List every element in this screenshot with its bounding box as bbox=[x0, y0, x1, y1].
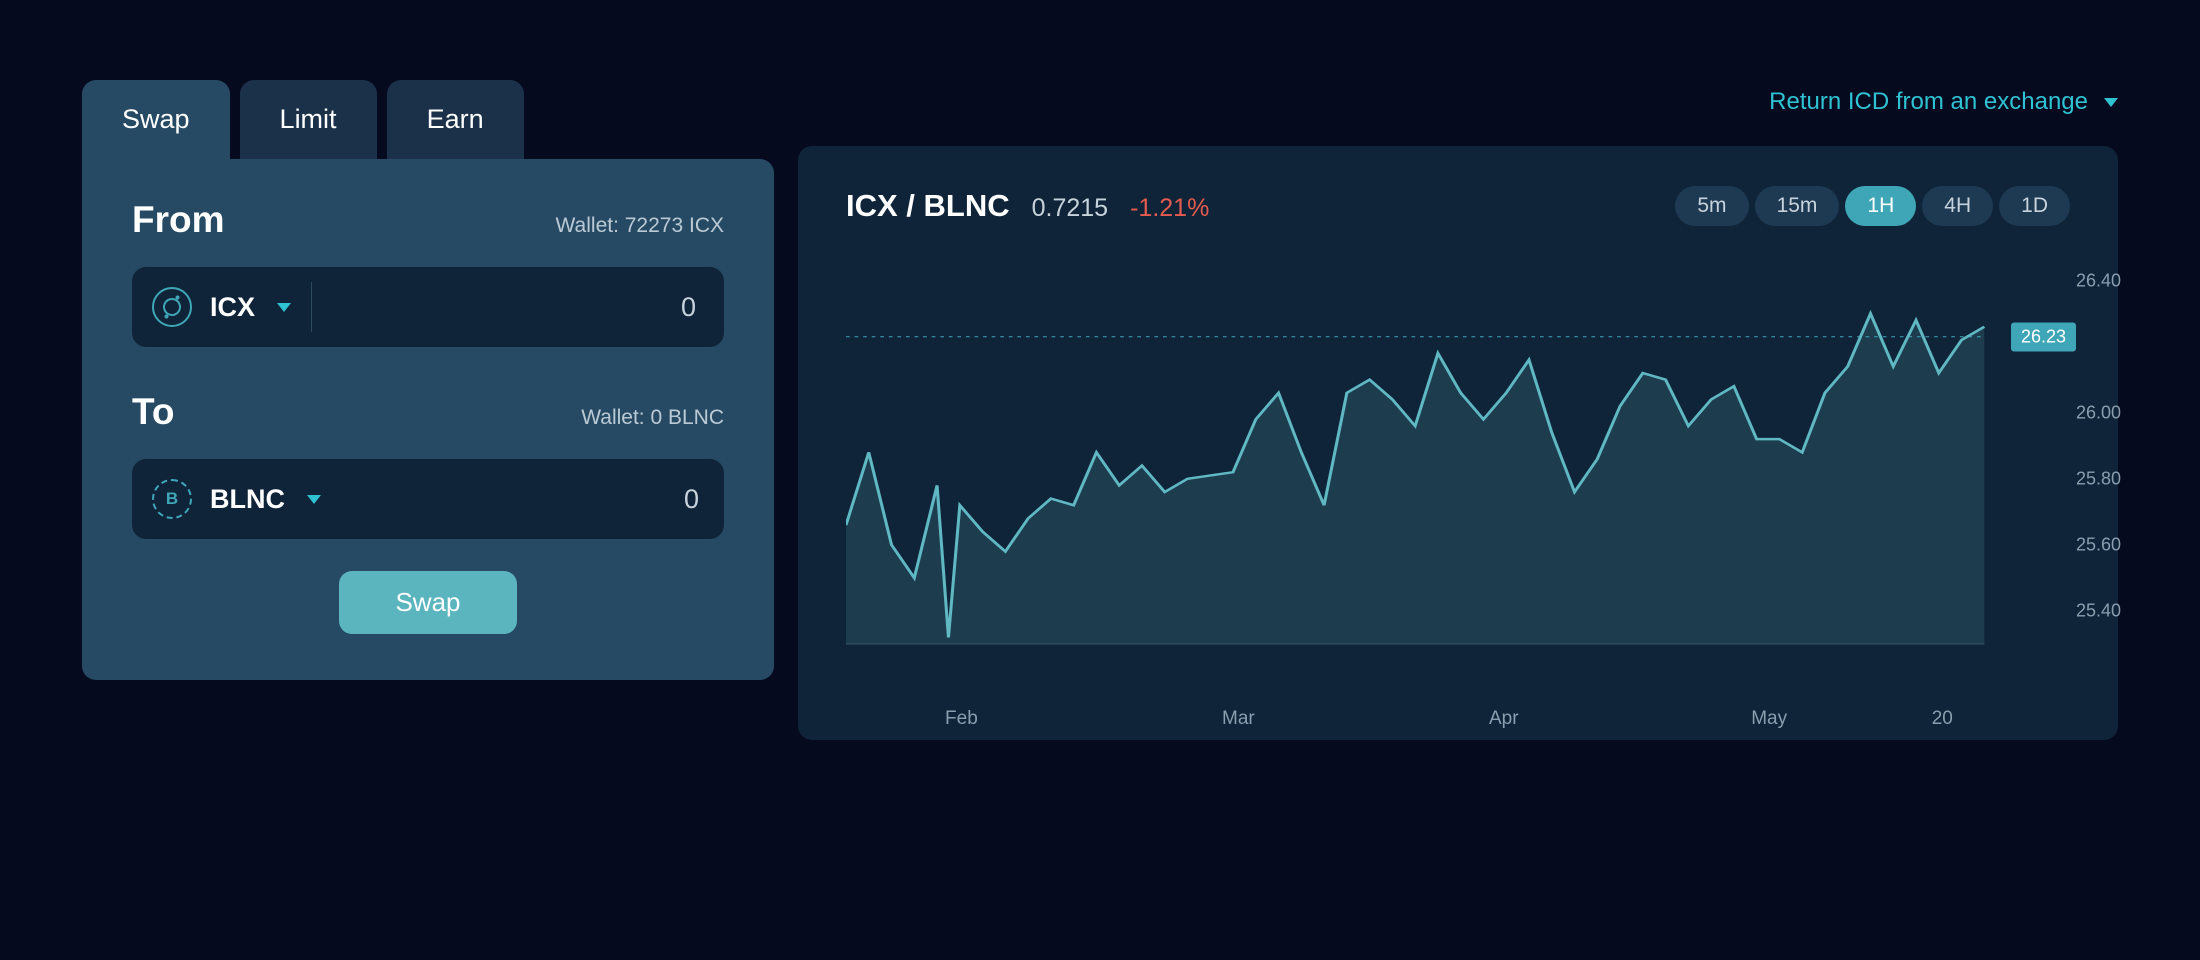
chart-panel: ICX / BLNC 0.7215 -1.21% 5m15m1H4H1D 26.… bbox=[798, 146, 2118, 740]
tabs: Swap Limit Earn bbox=[82, 80, 774, 159]
x-tick: Apr bbox=[1489, 708, 1519, 730]
chevron-down-icon bbox=[2104, 98, 2118, 107]
y-tick: 25.40 bbox=[2076, 600, 2121, 621]
to-token-input: B BLNC bbox=[132, 459, 724, 539]
tab-earn[interactable]: Earn bbox=[387, 80, 524, 159]
tab-swap[interactable]: Swap bbox=[82, 80, 230, 159]
timeframe-4H[interactable]: 4H bbox=[1922, 186, 1993, 226]
y-tick: 26.40 bbox=[2076, 270, 2121, 291]
chart-price: 0.7215 bbox=[1032, 194, 1108, 223]
swap-column: Swap Limit Earn From Wallet: 72273 ICX I… bbox=[82, 80, 774, 740]
to-token-select[interactable]: B BLNC bbox=[152, 479, 341, 519]
to-wallet-balance: Wallet: 0 BLNC bbox=[581, 406, 724, 430]
chart-svg bbox=[846, 264, 2070, 704]
x-tick: May bbox=[1751, 708, 1787, 730]
timeframe-1H[interactable]: 1H bbox=[1845, 186, 1916, 226]
timeframe-1D[interactable]: 1D bbox=[1999, 186, 2070, 226]
chart-pair: ICX / BLNC bbox=[846, 188, 1010, 224]
from-token-input: ICX bbox=[132, 267, 724, 347]
from-token-symbol: ICX bbox=[210, 292, 255, 323]
tab-limit[interactable]: Limit bbox=[240, 80, 377, 159]
from-token-select[interactable]: ICX bbox=[152, 287, 311, 327]
blnc-token-icon: B bbox=[152, 479, 192, 519]
chevron-down-icon bbox=[307, 495, 321, 504]
y-tick: 26.00 bbox=[2076, 402, 2121, 423]
to-amount-input[interactable] bbox=[345, 484, 699, 515]
return-icd-link[interactable]: Return ICD from an exchange bbox=[798, 88, 2118, 116]
icx-token-icon bbox=[152, 287, 192, 327]
price-chart: 26.4026.0025.8025.6025.40 26.23 FebMarAp… bbox=[846, 264, 2070, 704]
to-label: To bbox=[132, 391, 174, 433]
timeframe-15m[interactable]: 15m bbox=[1755, 186, 1840, 226]
current-price-badge: 26.23 bbox=[2011, 322, 2076, 351]
x-tick: 20 bbox=[1932, 708, 1953, 730]
to-token-symbol: BLNC bbox=[210, 484, 285, 515]
chart-change: -1.21% bbox=[1130, 194, 1209, 223]
swap-panel: From Wallet: 72273 ICX ICX To Wallet: 0 … bbox=[82, 159, 774, 680]
timeframe-group: 5m15m1H4H1D bbox=[1675, 186, 2070, 226]
chevron-down-icon bbox=[277, 303, 291, 312]
swap-button[interactable]: Swap bbox=[339, 571, 516, 634]
chart-column: Return ICD from an exchange ICX / BLNC 0… bbox=[798, 80, 2118, 740]
y-tick: 25.80 bbox=[2076, 468, 2121, 489]
from-amount-input[interactable] bbox=[316, 292, 696, 323]
from-label: From bbox=[132, 199, 225, 241]
y-tick: 25.60 bbox=[2076, 534, 2121, 555]
timeframe-5m[interactable]: 5m bbox=[1675, 186, 1748, 226]
separator bbox=[311, 282, 312, 332]
from-wallet-balance: Wallet: 72273 ICX bbox=[556, 214, 724, 238]
return-link-label: Return ICD from an exchange bbox=[1769, 88, 2088, 116]
x-tick: Feb bbox=[945, 708, 978, 730]
x-tick: Mar bbox=[1222, 708, 1255, 730]
